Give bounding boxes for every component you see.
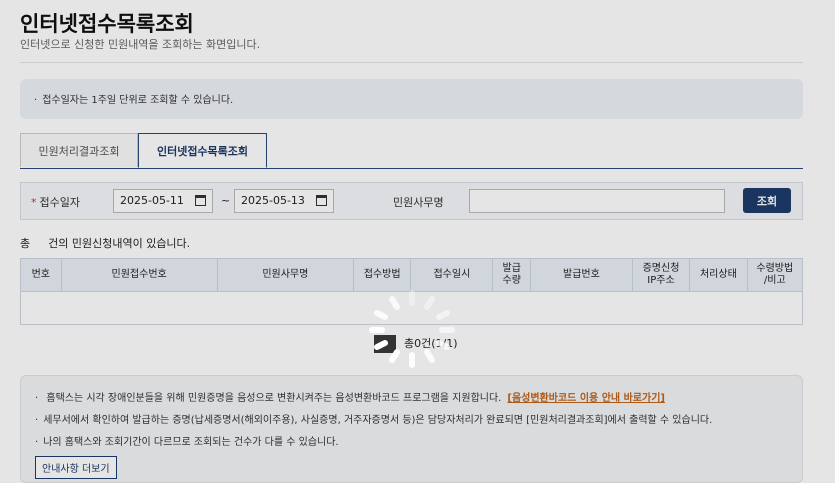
spinner-icon (369, 290, 455, 368)
loading-overlay (0, 0, 835, 483)
